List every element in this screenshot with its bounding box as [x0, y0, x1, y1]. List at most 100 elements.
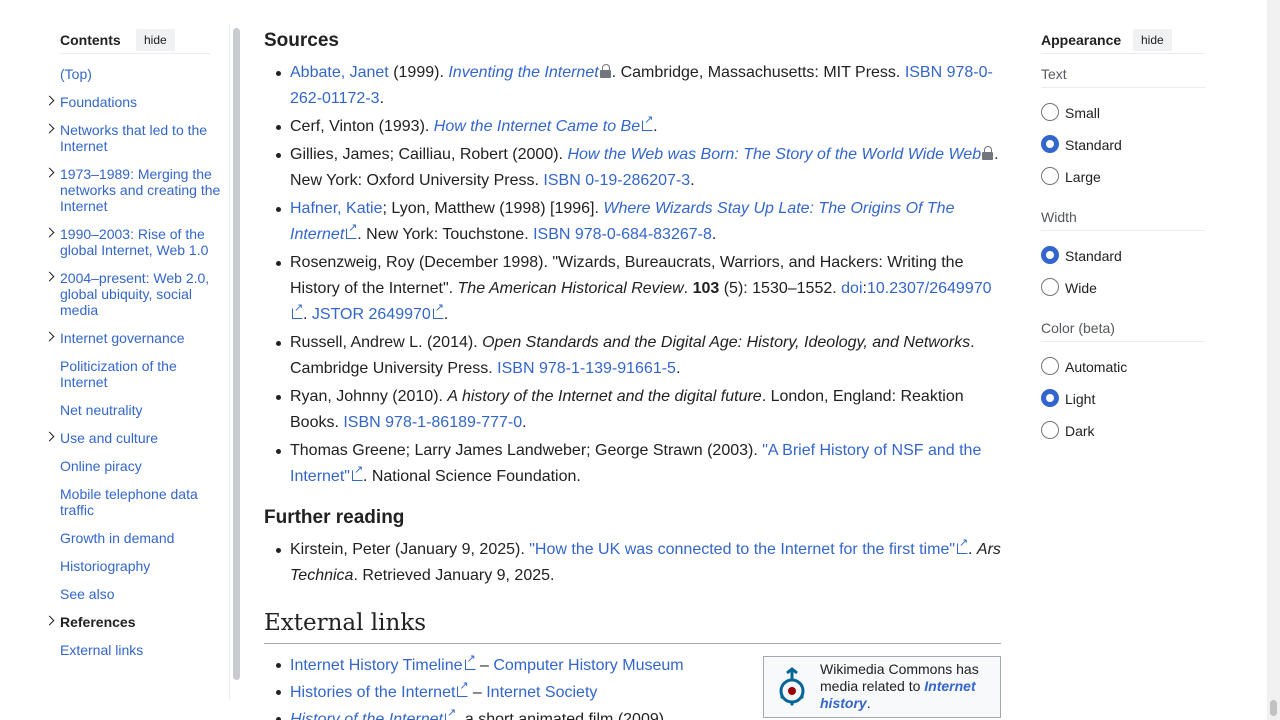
author-link[interactable]: Hafner, Katie — [290, 200, 383, 217]
radio-color-light[interactable]: Light — [1041, 388, 1205, 408]
radio-label: Small — [1065, 105, 1101, 121]
toc-item-foundations[interactable]: Foundations — [46, 94, 221, 122]
window-scrollbar[interactable] — [1267, 0, 1280, 720]
title-link[interactable]: Inventing the Internet — [448, 64, 598, 81]
book-title: A history of the Internet and the digita… — [447, 388, 762, 405]
toc-item-label[interactable]: See also — [60, 586, 114, 602]
doi-link[interactable]: 10.2307/2649970 — [867, 280, 992, 297]
radio-color-automatic[interactable]: Automatic — [1041, 356, 1205, 376]
toc-hide-button[interactable]: hide — [136, 29, 175, 51]
external-link[interactable]: Histories of the Internet — [290, 684, 455, 701]
toc-item-label[interactable]: Politicization of the Internet — [60, 358, 177, 390]
chevron-right-icon[interactable] — [46, 430, 54, 446]
toc-item-2004-present[interactable]: 2004–present: Web 2.0, global ubiquity, … — [46, 270, 221, 330]
chevron-right-icon[interactable] — [46, 226, 54, 242]
toc-item-online-piracy[interactable]: Online piracy — [46, 458, 221, 486]
toc-item-label[interactable]: (Top) — [60, 66, 92, 82]
toc-item-use-culture[interactable]: Use and culture — [46, 430, 221, 458]
toc-item-label[interactable]: 2004–present: Web 2.0, global ubiquity, … — [60, 270, 209, 318]
radio-icon[interactable] — [1041, 357, 1059, 375]
toc-item-label[interactable]: Foundations — [60, 94, 137, 110]
citation-text: . National Science Foundation. — [362, 468, 581, 485]
isbn-link[interactable]: ISBN 978-1-139-91661-5 — [497, 360, 676, 377]
radio-text-large[interactable]: Large — [1041, 166, 1205, 186]
chevron-right-icon[interactable] — [46, 270, 54, 286]
title-link[interactable]: "How the UK was connected to the Interne… — [529, 541, 955, 558]
external-links-list: Internet History Timeline – Computer His… — [264, 652, 754, 720]
toc-item-1973-1989[interactable]: 1973–1989: Merging the networks and crea… — [46, 166, 221, 226]
wikimedia-commons-icon — [779, 667, 805, 706]
chevron-right-icon[interactable] — [46, 122, 54, 138]
external-link[interactable]: History of the Internet — [290, 711, 443, 720]
toc-item-label[interactable]: Historiography — [60, 558, 150, 574]
toc-item-label[interactable]: Networks that led to the Internet — [60, 122, 207, 154]
external-link[interactable]: Internet History Timeline — [290, 657, 463, 674]
radio-label: Standard — [1065, 248, 1122, 264]
toc-item-mobile-data[interactable]: Mobile telephone data traffic — [46, 486, 221, 530]
author-link[interactable]: Abbate, Janet — [290, 64, 389, 81]
toc-item-historiography[interactable]: Historiography — [46, 558, 221, 586]
radio-icon[interactable] — [1041, 103, 1059, 121]
toc-item-top[interactable]: (Top) — [46, 66, 221, 94]
doi-label-link[interactable]: doi — [841, 280, 862, 297]
external-links-heading: External links — [264, 606, 1001, 644]
article-content: Sources Abbate, Janet (1999). Inventing … — [264, 0, 1004, 720]
org-link[interactable]: Internet Society — [486, 684, 597, 701]
window-scrollbar-thumb[interactable] — [1270, 700, 1277, 716]
radio-color-dark[interactable]: Dark — [1041, 420, 1205, 440]
chevron-right-icon[interactable] — [46, 614, 54, 630]
isbn-link[interactable]: ISBN 978-0-684-83267-8 — [533, 226, 712, 243]
toc-item-label[interactable]: Use and culture — [60, 430, 158, 446]
radio-width-standard[interactable]: Standard — [1041, 245, 1205, 265]
isbn-link[interactable]: ISBN 978-1-86189-777-0 — [343, 414, 522, 431]
chevron-right-icon[interactable] — [46, 166, 54, 182]
toc-item-governance[interactable]: Internet governance — [46, 330, 221, 358]
radio-width-wide[interactable]: Wide — [1041, 277, 1205, 297]
list-item: Ryan, Johnny (2010). A history of the In… — [264, 384, 1001, 436]
toc-item-external-links[interactable]: External links — [46, 642, 221, 670]
toc-item-label[interactable]: 1990–2003: Rise of the global Internet, … — [60, 226, 208, 258]
chevron-right-icon[interactable] — [46, 94, 54, 110]
toc-item-label[interactable]: Online piracy — [60, 458, 142, 474]
appearance-hide-button[interactable]: hide — [1133, 29, 1172, 51]
list-item: Kirstein, Peter (January 9, 2025). "How … — [264, 536, 1001, 589]
radio-label: Standard — [1065, 137, 1122, 153]
radio-icon[interactable] — [1041, 389, 1059, 407]
title-link[interactable]: How the Internet Came to Be — [434, 118, 640, 135]
jstor-link[interactable]: JSTOR 2649970 — [312, 306, 431, 323]
toc-item-see-also[interactable]: See also — [46, 586, 221, 614]
toc-item-label[interactable]: Mobile telephone data traffic — [60, 486, 198, 518]
separator-text: – — [475, 657, 494, 674]
toc-item-networks[interactable]: Networks that led to the Internet — [46, 122, 221, 166]
toc-item-label[interactable]: Growth in demand — [60, 530, 174, 546]
radio-icon[interactable] — [1041, 135, 1059, 153]
toc-item-label[interactable]: Internet governance — [60, 330, 185, 346]
org-link[interactable]: Computer History Museum — [493, 657, 683, 674]
citation-text: , a short animated film (2009) — [455, 711, 665, 720]
toc-item-net-neutrality[interactable]: Net neutrality — [46, 402, 221, 430]
citation-text: Russell, Andrew L. (2014). — [290, 334, 483, 351]
toc-scrollbar[interactable] — [229, 24, 242, 700]
commons-end: . — [866, 695, 871, 711]
chevron-right-icon[interactable] — [46, 330, 54, 346]
title-link[interactable]: How the Web was Born: The Story of the W… — [567, 146, 981, 163]
toc-item-references[interactable]: References — [46, 614, 221, 642]
radio-text-standard[interactable]: Standard — [1041, 134, 1205, 154]
isbn-link[interactable]: ISBN 0-19-286207-3 — [543, 172, 690, 189]
radio-icon[interactable] — [1041, 278, 1059, 296]
radio-icon[interactable] — [1041, 246, 1059, 264]
toc-item-label[interactable]: References — [60, 614, 136, 630]
toc-scrollbar-thumb[interactable] — [233, 28, 240, 680]
external-link-icon — [432, 301, 444, 319]
radio-icon[interactable] — [1041, 167, 1059, 185]
toc-item-1990-2003[interactable]: 1990–2003: Rise of the global Internet, … — [46, 226, 221, 270]
toc-item-politicization[interactable]: Politicization of the Internet — [46, 358, 221, 402]
list-item: Cerf, Vinton (1993). How the Internet Ca… — [264, 113, 1001, 140]
toc-item-label[interactable]: Net neutrality — [60, 402, 142, 418]
toc-item-label[interactable]: External links — [60, 642, 143, 658]
toc-item-growth[interactable]: Growth in demand — [46, 530, 221, 558]
citation-text: . Cambridge, Massachusetts: MIT Press. — [611, 64, 905, 81]
radio-icon[interactable] — [1041, 421, 1059, 439]
radio-text-small[interactable]: Small — [1041, 102, 1205, 122]
toc-item-label[interactable]: 1973–1989: Merging the networks and crea… — [60, 166, 220, 214]
